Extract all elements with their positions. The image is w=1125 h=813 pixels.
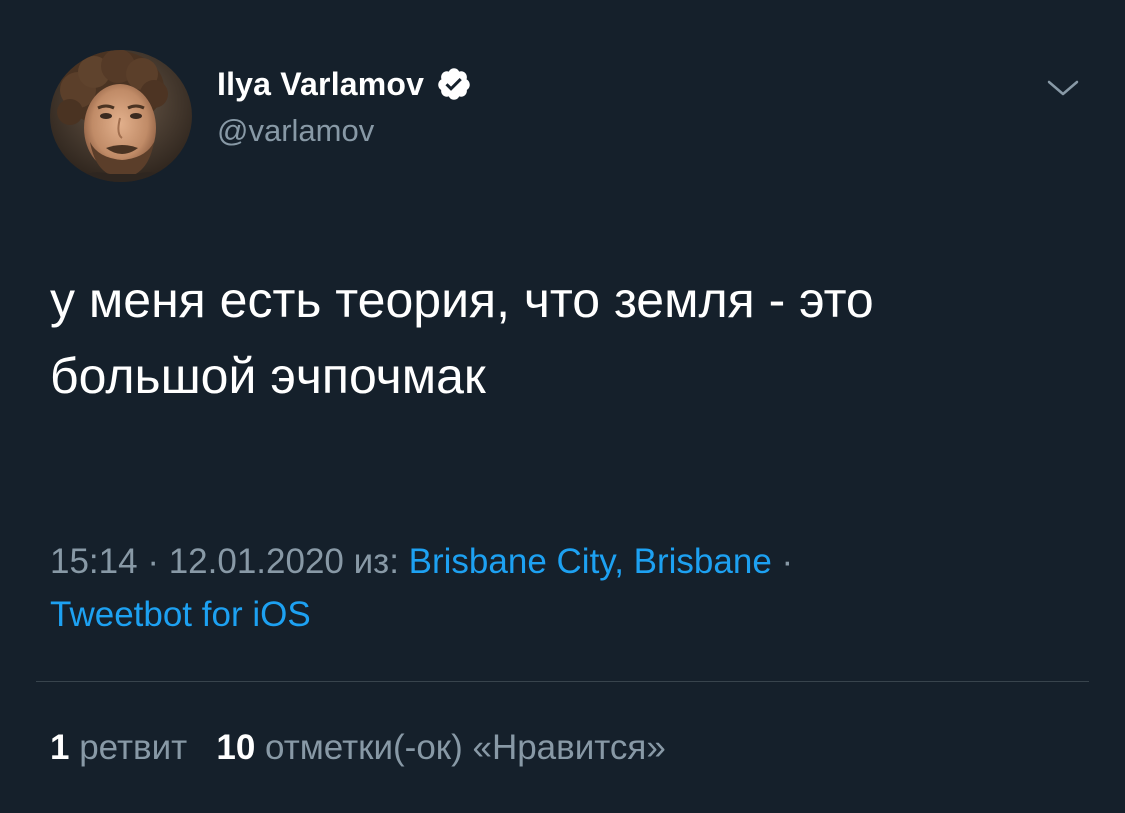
profile-photo: [50, 50, 192, 182]
tweet-time[interactable]: 15:14: [50, 542, 138, 581]
location-link[interactable]: Brisbane City, Brisbane: [409, 542, 772, 581]
username-handle[interactable]: @varlamov: [217, 113, 374, 149]
source-app-link[interactable]: Tweetbot for iOS: [50, 595, 311, 634]
author-name-row: Ilya Varlamov: [217, 62, 472, 106]
retweets-label: ретвит: [69, 728, 188, 767]
avatar[interactable]: [50, 50, 192, 182]
likes-stat[interactable]: 10 отметки(-ок) «Нравится»: [216, 728, 666, 767]
tweet-date[interactable]: 12.01.2020: [169, 542, 344, 581]
tweet-text: у меня есть теория, что земля - это боль…: [50, 272, 874, 404]
retweets-stat[interactable]: 1 ретвит: [50, 728, 187, 767]
from-label: из:: [343, 542, 409, 581]
meta-separator: ·: [137, 542, 169, 581]
divider: [36, 681, 1089, 682]
retweets-count: 1: [50, 728, 70, 767]
tweet-card: Ilya Varlamov @varlamov у меня есть теор…: [0, 0, 1125, 813]
chevron-down-icon[interactable]: [1043, 72, 1083, 102]
display-name[interactable]: Ilya Varlamov: [217, 66, 424, 103]
likes-count: 10: [216, 728, 256, 767]
verified-badge-icon: [438, 68, 470, 100]
meta-separator: ·: [771, 542, 794, 581]
tweet-metadata: 15:14 · 12.01.2020 из: Brisbane City, Br…: [50, 535, 1090, 641]
likes-label: отметки(-ок) «Нравится»: [255, 728, 666, 767]
tweet-stats: 1 ретвит 10 отметки(-ок) «Нравится»: [50, 722, 666, 774]
